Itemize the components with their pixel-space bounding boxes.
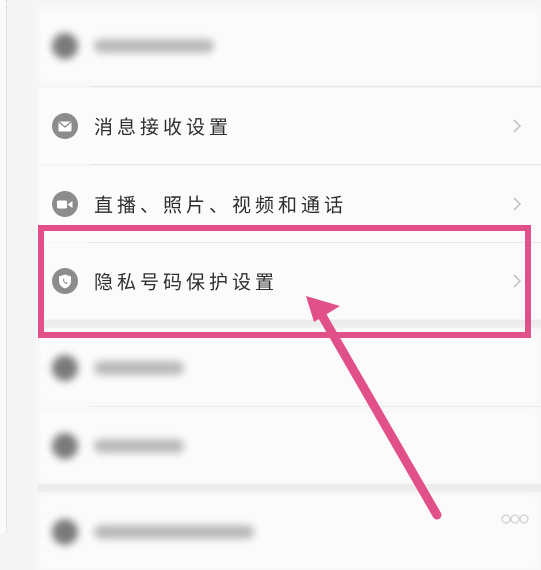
generic-icon <box>52 355 78 381</box>
blurred-label <box>94 361 184 375</box>
settings-item-live-photo-video-call[interactable]: 直播、照片、视频和通话 <box>38 166 541 242</box>
settings-item-label: 直播、照片、视频和通话 <box>94 194 348 217</box>
settings-item-label: 消息接收设置 <box>94 116 233 139</box>
chevron-right-icon <box>513 197 522 211</box>
settings-item-message-receive[interactable]: 消息接收设置 <box>38 88 541 164</box>
screen-edge <box>0 0 7 532</box>
divider <box>90 164 541 165</box>
blurred-label <box>94 39 214 53</box>
blurred-settings-item[interactable] <box>38 408 541 484</box>
video-camera-icon <box>52 191 78 217</box>
generic-icon <box>52 33 78 59</box>
generic-icon <box>52 519 78 545</box>
generic-icon <box>52 433 78 459</box>
settings-item-privacy-number-protection[interactable]: 隐私号码保护设置 <box>38 243 541 319</box>
section-gap <box>38 320 541 328</box>
divider <box>90 86 541 87</box>
chevron-right-icon <box>513 274 522 288</box>
blurred-label <box>94 439 184 453</box>
blurred-label <box>94 525 254 539</box>
watermark <box>501 513 535 528</box>
mail-icon <box>52 113 78 139</box>
section-gap <box>38 484 541 492</box>
settings-item-label: 隐私号码保护设置 <box>94 271 279 294</box>
chevron-right-icon <box>513 119 522 133</box>
divider <box>90 406 541 407</box>
shield-phone-icon <box>52 268 78 294</box>
blurred-settings-item[interactable] <box>38 8 541 84</box>
blurred-settings-item[interactable] <box>38 494 541 570</box>
blurred-settings-item[interactable] <box>38 330 541 406</box>
